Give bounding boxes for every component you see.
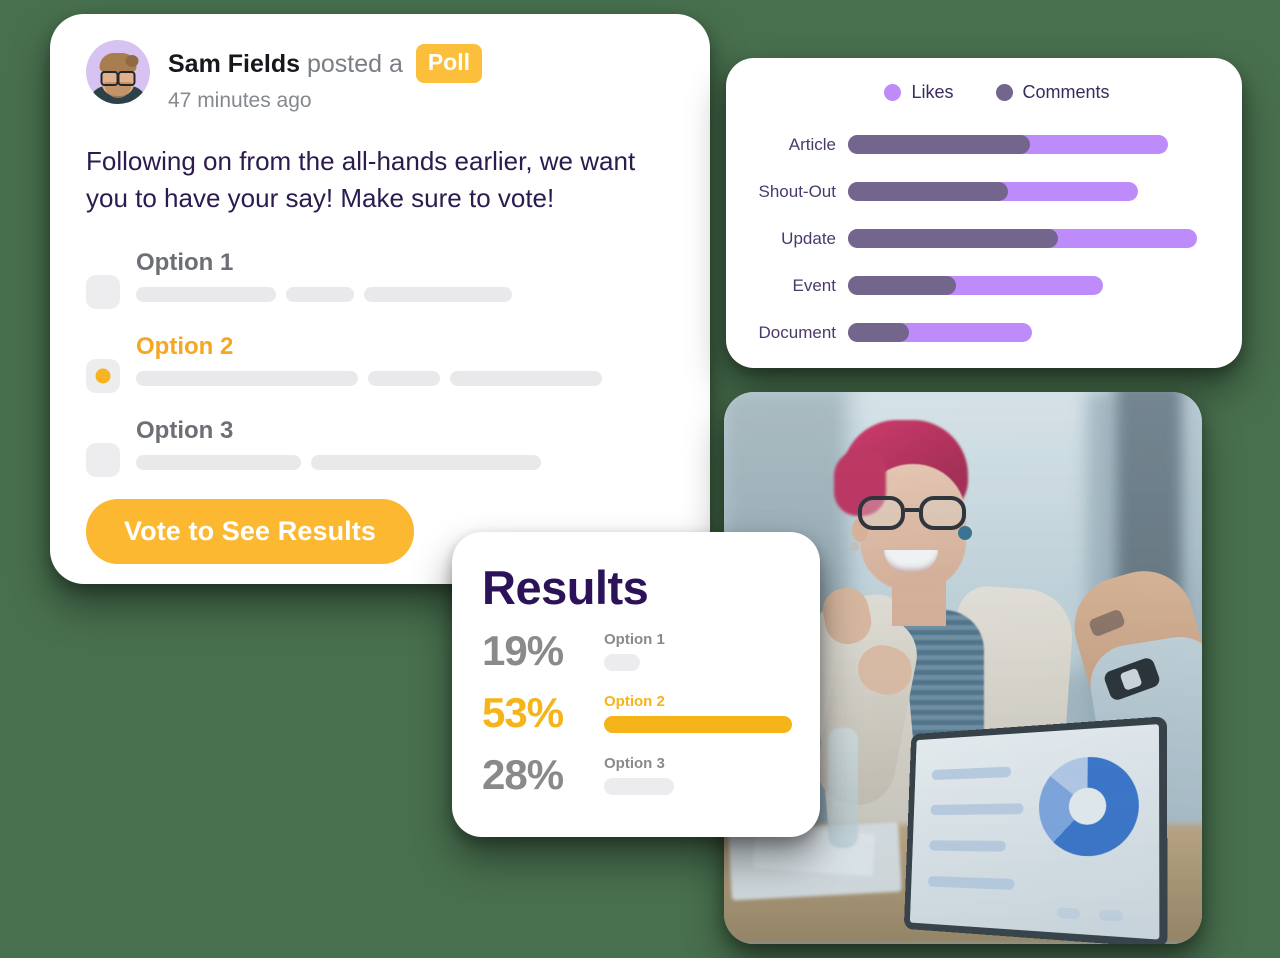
poll-options-list: Option 1 Option 2 Option 3 — [86, 247, 678, 477]
skeleton-bar — [286, 286, 354, 302]
lens-left — [858, 496, 905, 530]
chart-tick-label: Document — [758, 322, 836, 342]
bar-track — [848, 229, 1216, 248]
skeleton-bar — [368, 370, 440, 386]
laptop-legend-dot — [1099, 909, 1124, 922]
chart-row-article: Article — [748, 121, 1216, 168]
result-percent-option-1: 19% — [482, 627, 564, 674]
bar-comments-update — [848, 229, 1058, 248]
result-label-option-3: Option 3 — [604, 755, 665, 772]
legend-swatch-likes — [884, 84, 902, 101]
legend-label-likes: Likes — [911, 82, 954, 102]
bar-track — [848, 182, 1216, 201]
lens-right — [919, 496, 966, 530]
result-bar-option-2 — [604, 716, 792, 733]
option-1-label: Option 1 — [136, 248, 234, 276]
result-row-option-2: 53% Option 2 — [482, 689, 792, 737]
poll-card: Sam Fields posted a Poll 47 minutes ago … — [50, 14, 710, 584]
skeleton-bar — [450, 370, 602, 386]
chart-tick-label: Shout-Out — [758, 181, 837, 201]
legend-item-likes: Likes — [884, 82, 954, 103]
result-bar-option-3 — [604, 778, 674, 795]
bar-track — [848, 135, 1216, 154]
engagement-chart-card: Likes Comments Article Shout-Out Update … — [726, 58, 1242, 368]
legend-label-comments: Comments — [1022, 82, 1110, 102]
chart-row-update: Update — [748, 215, 1216, 262]
poll-byline: Sam Fields posted a Poll — [168, 44, 482, 83]
chart-row-shoutout: Shout-Out — [748, 168, 1216, 215]
skeleton-bar — [136, 286, 276, 302]
result-label-option-1: Option 1 — [604, 631, 665, 648]
bar-comments-event — [848, 276, 956, 295]
bar-comments-article — [848, 135, 1030, 154]
result-detail-option-3: Option 3 — [604, 755, 792, 795]
option-2-skeleton — [136, 370, 678, 386]
result-label-option-2: Option 2 — [604, 693, 665, 710]
radio-option-2[interactable] — [86, 358, 120, 393]
chart-tick-label: Update — [781, 228, 836, 248]
chart-plot-area: Article Shout-Out Update Event Document — [748, 121, 1216, 356]
skeleton-bar — [364, 286, 512, 302]
option-2-content: Option 2 — [136, 331, 678, 386]
donut-chart-icon — [1038, 754, 1139, 857]
result-bar-option-1 — [604, 654, 640, 671]
laptop-skeleton-line — [930, 803, 1024, 816]
water-bottle — [828, 728, 858, 848]
chart-legend: Likes Comments — [748, 82, 1216, 103]
legend-swatch-comments — [995, 84, 1013, 101]
results-card: Results 19% Option 1 53% Option 2 28% Op… — [452, 532, 820, 837]
option-1-skeleton — [136, 286, 678, 302]
page-title: Results — [482, 561, 649, 614]
poll-body-text: Following on from the all-hands earlier,… — [86, 146, 636, 213]
laptop-skeleton-line — [931, 766, 1012, 781]
radio-option-3[interactable] — [86, 442, 120, 477]
poll-option-3[interactable]: Option 3 — [86, 415, 678, 477]
chart-row-event: Event — [748, 262, 1216, 309]
skeleton-bar — [311, 454, 541, 470]
woman-glasses-icon — [858, 496, 966, 530]
bar-comments-document — [848, 323, 909, 342]
status-badge: Poll — [415, 44, 482, 83]
author-name: Sam Fields — [168, 50, 300, 78]
result-row-option-3: 28% Option 3 — [482, 751, 792, 799]
skeleton-bar — [136, 454, 301, 470]
result-percent-option-2: 53% — [482, 689, 564, 736]
skeleton-bar — [136, 370, 358, 386]
poll-header: Sam Fields posted a Poll 47 minutes ago — [86, 40, 678, 113]
vote-to-see-results-button[interactable]: Vote to See Results — [86, 498, 414, 564]
poll-option-1[interactable]: Option 1 — [86, 247, 678, 309]
laptop-legend-dot — [1057, 907, 1081, 920]
poll-option-2[interactable]: Option 2 — [86, 331, 678, 393]
bar-comments-shoutout — [848, 182, 1008, 201]
result-percent-option-3: 28% — [482, 751, 564, 798]
glasses-icon — [100, 71, 136, 86]
option-1-content: Option 1 — [136, 247, 678, 302]
glasses-bridge — [905, 508, 919, 512]
poll-meta: Sam Fields posted a Poll 47 minutes ago — [168, 40, 482, 113]
chart-row-document: Document — [748, 309, 1216, 356]
chart-tick-label: Article — [788, 134, 836, 154]
result-detail-option-1: Option 1 — [604, 631, 792, 671]
poll-timestamp: 47 minutes ago — [168, 89, 312, 112]
avatar-hair — [99, 53, 139, 72]
woman-earring-left — [850, 542, 859, 551]
option-3-label: Option 3 — [136, 416, 234, 444]
option-3-content: Option 3 — [136, 415, 678, 470]
chart-tick-label: Event — [792, 275, 836, 295]
byline-middle: posted a — [300, 50, 410, 78]
screenshot-stage: Sam Fields posted a Poll 47 minutes ago … — [0, 0, 1280, 958]
bar-track — [848, 323, 1216, 342]
laptop-skeleton-line — [929, 840, 1006, 852]
result-detail-option-2: Option 2 — [604, 693, 792, 733]
legend-item-comments: Comments — [995, 82, 1110, 103]
laptop-screen — [903, 716, 1168, 944]
result-row-option-1: 19% Option 1 — [482, 627, 792, 675]
option-2-label: Option 2 — [136, 332, 234, 360]
avatar — [86, 40, 150, 104]
bar-track — [848, 276, 1216, 295]
laptop-skeleton-line — [927, 876, 1015, 890]
option-3-skeleton — [136, 454, 678, 470]
radio-option-1[interactable] — [86, 274, 120, 309]
